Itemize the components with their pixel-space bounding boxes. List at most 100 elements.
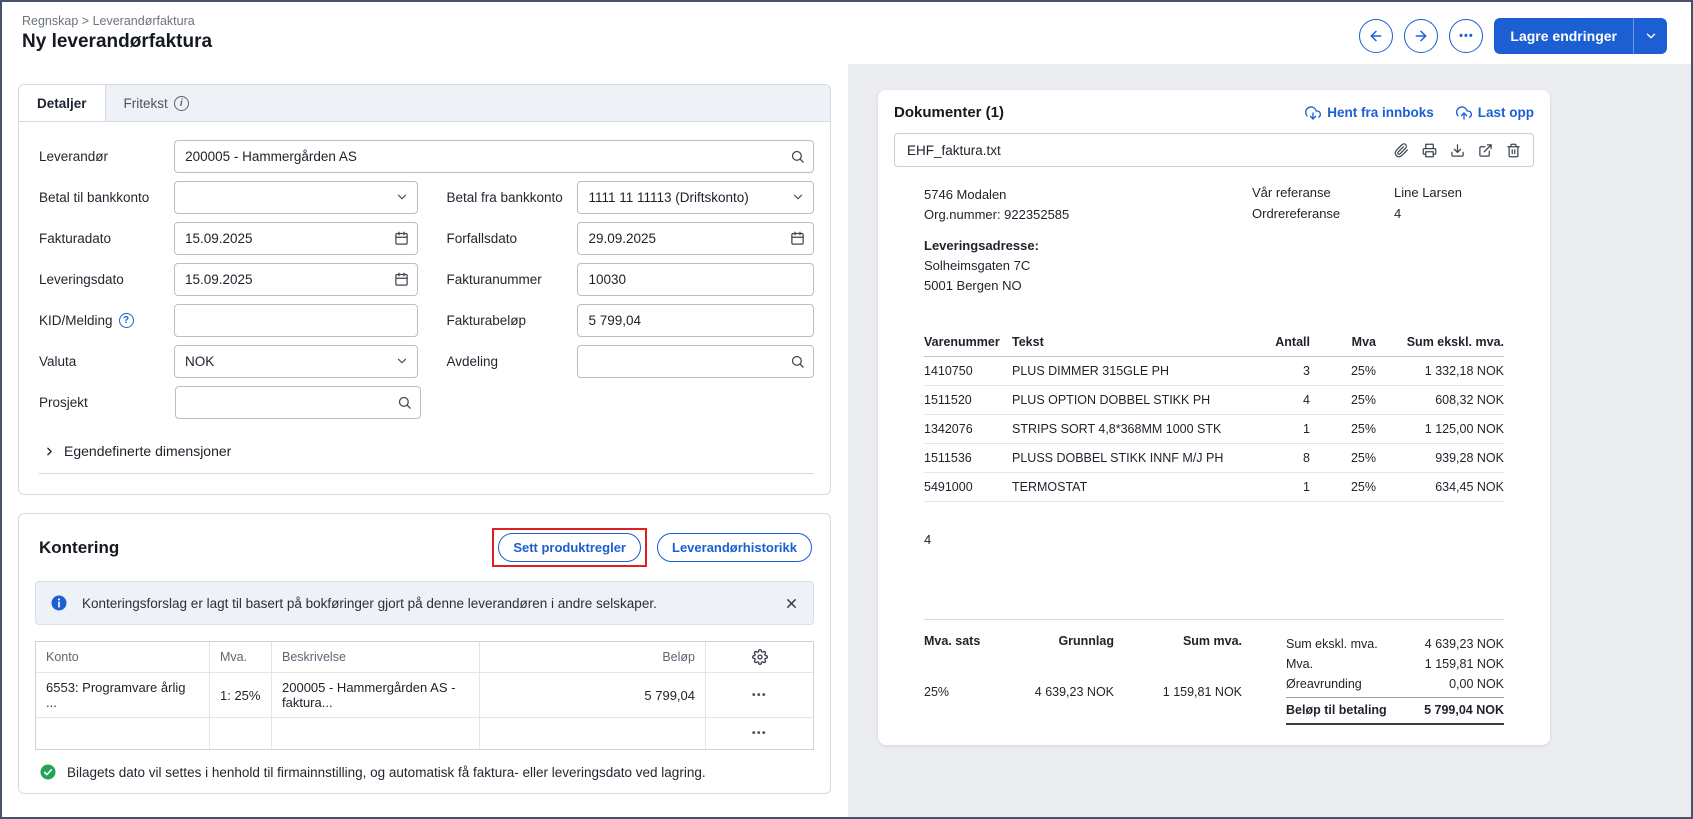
table-settings-cell (706, 642, 813, 673)
custom-dimensions-toggle[interactable]: Egendefinerte dimensjoner (39, 427, 814, 474)
item-sum: 939,28 NOK (1376, 451, 1504, 465)
betal-til-select[interactable] (174, 181, 418, 214)
item-text: PLUS OPTION DOBBEL STIKK PH (1012, 393, 1252, 407)
prosjekt-field[interactable] (175, 386, 421, 419)
title-block: Regnskap > Leverandørfaktura Ny leverand… (22, 14, 212, 53)
fakturadato-field[interactable]: 15.09.2025 (174, 222, 418, 255)
fakturabelop-label: Fakturabeløp (446, 313, 577, 328)
valuta-value: NOK (185, 354, 214, 369)
back-button[interactable] (1359, 19, 1393, 53)
row-menu-button[interactable]: ••• (752, 728, 767, 739)
forfallsdato-field[interactable]: 29.09.2025 (577, 222, 814, 255)
date-note-text: Bilagets dato vil settes i henhold til f… (67, 765, 706, 780)
item-number: 1410750 (924, 364, 1012, 378)
item-qty: 3 (1252, 364, 1310, 378)
paperclip-icon[interactable] (1394, 143, 1409, 158)
leverandor-value: 200005 - Hammergården AS (185, 149, 357, 164)
forward-button[interactable] (1404, 19, 1438, 53)
leverandor-label: Leverandør (39, 149, 174, 164)
delivery-address-label: Leveringsadresse: (924, 236, 1504, 256)
upload-link[interactable]: Last opp (1456, 105, 1534, 121)
fakturanummer-field[interactable]: 10030 (577, 263, 814, 296)
trash-icon[interactable] (1506, 143, 1521, 158)
vat-sum-value: 1 159,81 NOK (1130, 685, 1242, 726)
leverandor-field[interactable]: 200005 - Hammergården AS (174, 140, 814, 173)
belop-cell[interactable] (480, 718, 706, 749)
chevron-down-icon[interactable] (791, 190, 805, 204)
search-icon[interactable] (397, 395, 412, 410)
chevron-down-icon[interactable] (395, 190, 409, 204)
item-text: PLUSS DOBBEL STIKK INNF M/J PH (1012, 451, 1252, 465)
kontering-header-row: Konto Mva. Beskrivelse Beløp (36, 642, 813, 673)
item-number: 1342076 (924, 422, 1012, 436)
leverandorhistorikk-button[interactable]: Leverandørhistorikk (657, 533, 812, 562)
betal-fra-select[interactable]: 1111 11 11113 (Driftskonto) (577, 181, 814, 214)
calendar-icon[interactable] (394, 272, 409, 287)
breadcrumb-leverandorfaktura[interactable]: Leverandørfaktura (93, 14, 195, 28)
item-row: 5491000 TERMOSTAT 1 25% 634,45 NOK (924, 473, 1504, 502)
leveringsdato-field[interactable]: 15.09.2025 (174, 263, 418, 296)
beskrivelse-cell[interactable] (272, 718, 480, 749)
belop-cell[interactable]: 5 799,04 (480, 673, 706, 718)
page-number: 4 (924, 532, 1504, 547)
open-external-icon[interactable] (1478, 143, 1493, 158)
avdeling-field[interactable] (577, 345, 814, 378)
kid-field[interactable] (174, 304, 418, 337)
file-name[interactable]: EHF_faktura.txt (907, 143, 1394, 158)
item-number: 1511520 (924, 393, 1012, 407)
fetch-from-inbox-label: Hent fra innboks (1327, 105, 1434, 120)
top-bar: Regnskap > Leverandørfaktura Ny leverand… (2, 2, 1691, 64)
vat-sum-header: Sum mva. (1130, 634, 1242, 675)
delivery-street: Solheimsgaten 7C (924, 256, 1504, 276)
item-number: 1511536 (924, 451, 1012, 465)
more-actions-button[interactable]: ••• (1449, 19, 1483, 53)
close-icon[interactable] (784, 596, 799, 611)
fakturabelop-field[interactable]: 5 799,04 (577, 304, 814, 337)
item-vat: 25% (1310, 393, 1376, 407)
tab-fritekst[interactable]: Fritekst i (106, 85, 207, 121)
search-icon[interactable] (790, 354, 805, 369)
sett-produktregler-button[interactable]: Sett produktregler (498, 533, 641, 562)
mva-cell[interactable]: 1: 25% (210, 673, 272, 718)
invoice-preview: 5746 Modalen Org.nummer: 922352585 Vår r… (894, 167, 1534, 745)
item-row: 1410750 PLUS DIMMER 315GLE PH 3 25% 1 33… (924, 357, 1504, 386)
konto-cell[interactable] (36, 718, 210, 749)
search-icon[interactable] (790, 149, 805, 164)
beskrivelse-header: Beskrivelse (272, 642, 480, 673)
cloud-download-icon (1305, 105, 1321, 121)
beskrivelse-cell[interactable]: 200005 - Hammergården AS - faktura... (272, 673, 480, 718)
print-icon[interactable] (1422, 143, 1437, 158)
tab-detaljer[interactable]: Detaljer (19, 85, 106, 121)
chevron-down-icon[interactable] (395, 354, 409, 368)
fetch-from-inbox-link[interactable]: Hent fra innboks (1305, 105, 1434, 121)
chevron-down-icon (1644, 29, 1658, 43)
konto-cell[interactable]: 6553: Programvare årlig ... (36, 673, 210, 718)
our-reference-label: Vår referanse (1252, 185, 1394, 203)
breadcrumb-regnskap[interactable]: Regnskap (22, 14, 78, 28)
help-icon[interactable]: ? (119, 313, 134, 328)
calendar-icon[interactable] (394, 231, 409, 246)
item-sum: 1 332,18 NOK (1376, 364, 1504, 378)
delivery-address-block: Leveringsadresse: Solheimsgaten 7C 5001 … (924, 236, 1504, 296)
betal-til-label: Betal til bankkonto (39, 190, 174, 205)
mva-cell[interactable] (210, 718, 272, 749)
item-text: TERMOSTAT (1012, 480, 1252, 494)
calendar-icon[interactable] (790, 231, 805, 246)
valuta-select[interactable]: NOK (174, 345, 418, 378)
gear-icon[interactable] (752, 649, 768, 665)
save-button[interactable]: Lagre endringer (1494, 18, 1633, 54)
row-menu-button[interactable]: ••• (752, 690, 767, 701)
forfallsdato-label: Forfallsdato (446, 231, 577, 246)
cloud-upload-icon (1456, 105, 1472, 121)
item-qty: 4 (1252, 393, 1310, 407)
header-actions: ••• Lagre endringer (1359, 18, 1667, 54)
our-reference-value: Line Larsen (1394, 185, 1504, 203)
download-icon[interactable] (1450, 143, 1465, 158)
org-number: Org.nummer: 922352585 (924, 205, 1069, 225)
mva-header: Mva. (210, 642, 272, 673)
varenummer-header: Varenummer (924, 335, 1012, 349)
prosjekt-label: Prosjekt (39, 395, 175, 410)
save-options-button[interactable] (1633, 18, 1667, 54)
documents-title: Dokumenter (1) (894, 104, 1004, 121)
custom-dimensions-label: Egendefinerte dimensjoner (64, 443, 231, 459)
